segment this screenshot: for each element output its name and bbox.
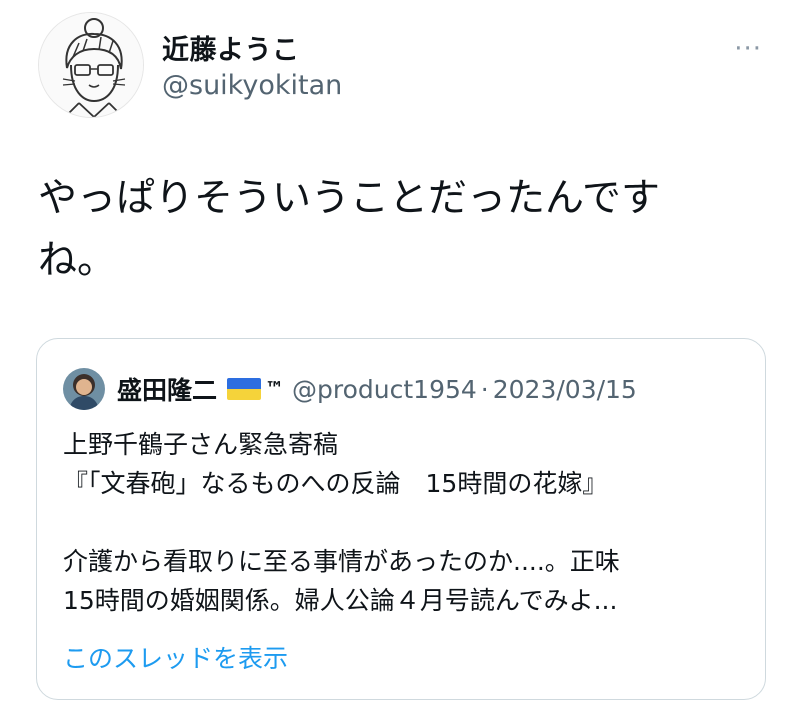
author-avatar[interactable]	[38, 12, 144, 118]
quoted-text-line: 『「文春砲」なるものへの反論 15時間の花嫁』	[63, 469, 608, 498]
illustrated-avatar-icon	[39, 13, 143, 117]
separator-dot: ·	[480, 374, 489, 404]
show-thread-link[interactable]: このスレッドを表示	[63, 639, 288, 675]
author-display-name[interactable]: 近藤ようこ	[162, 28, 300, 67]
trademark-symbol: ™	[265, 378, 285, 400]
tweet-header: 近藤ようこ @suikyokitan ···	[38, 12, 762, 122]
tweet-text-line: やっぱりそういうことだったんです	[38, 176, 661, 221]
quoted-text-blank-line	[63, 503, 753, 542]
quoted-tweet-date: 2023/03/15	[492, 374, 637, 404]
more-options-icon[interactable]: ···	[734, 34, 762, 64]
quoted-text-line: 上野千鶴子さん緊急寄稿	[63, 430, 339, 459]
quoted-text-line: 介護から看取りに至る事情があったのか....。正味	[63, 547, 620, 576]
quoted-tweet-text: 上野千鶴子さん緊急寄稿 『「文春砲」なるものへの反論 15時間の花嫁』 介護から…	[63, 425, 753, 620]
tweet-text-line: ね。	[38, 238, 117, 283]
author-handle[interactable]: @suikyokitan	[162, 70, 342, 101]
quoted-author-display-name: 盛田隆二	[117, 376, 218, 405]
photo-avatar-icon	[63, 368, 105, 410]
quoted-author-handle: @product1954	[292, 374, 477, 404]
quoted-author-avatar	[63, 368, 105, 410]
tweet-text: やっぱりそういうことだったんです ね。	[38, 168, 758, 292]
quoted-tweet-card[interactable]: 盛田隆二 ™ @product1954 · 2023/03/15 上野千鶴子さん…	[36, 338, 766, 700]
quoted-tweet-header: 盛田隆二 ™ @product1954 · 2023/03/15	[63, 367, 637, 411]
ukraine-flag-icon	[227, 378, 262, 400]
quoted-text-line: 15時間の婚姻関係。婦人公論４月号読んでみよ...	[63, 586, 618, 615]
